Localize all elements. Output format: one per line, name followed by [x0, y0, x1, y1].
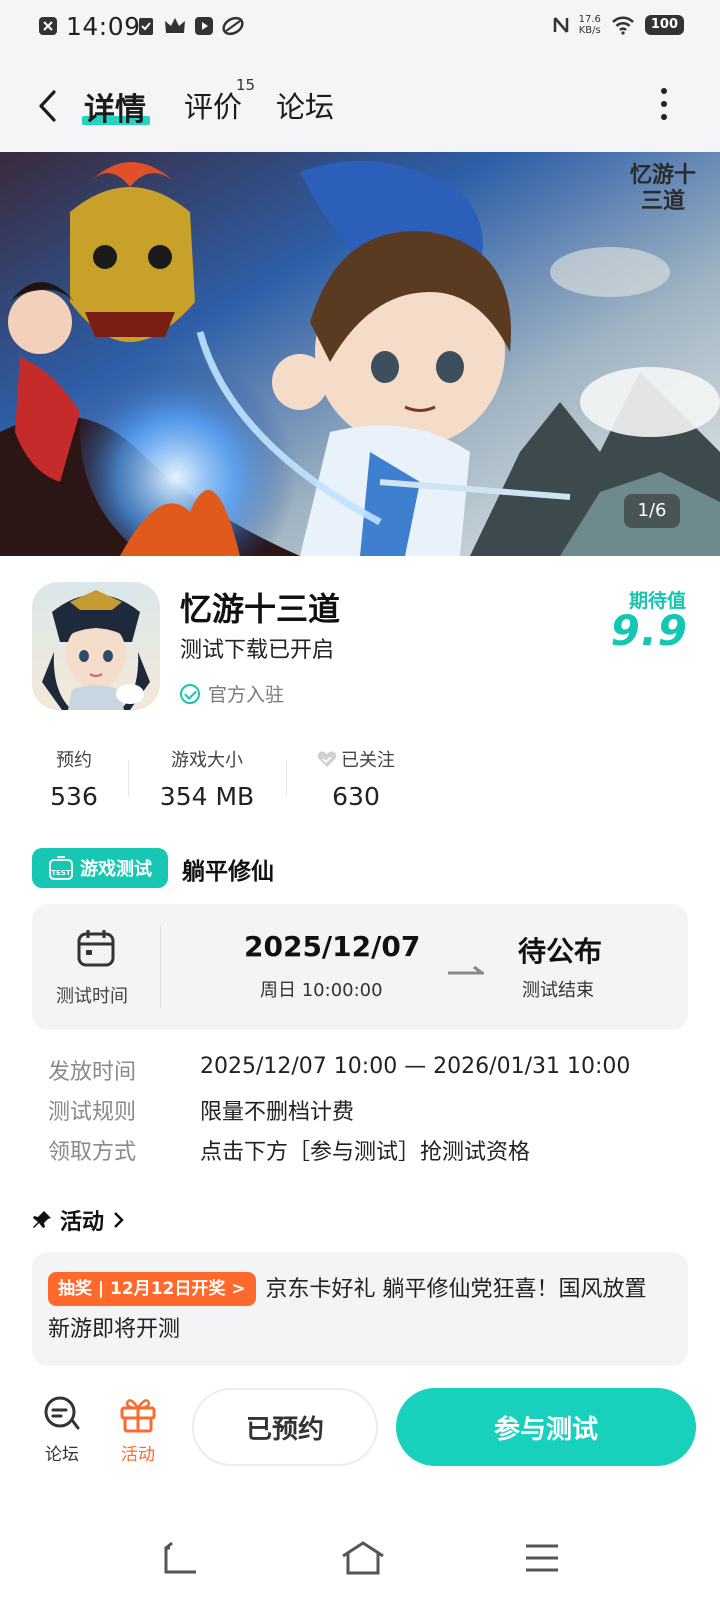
activity-tab-label[interactable]: 活动	[108, 1440, 168, 1465]
detail-key: 领取方式	[48, 1140, 137, 1165]
stat-value: 630	[332, 782, 380, 811]
status-time: 14:09	[66, 12, 141, 41]
calendar-icon	[77, 930, 115, 967]
test-start-time: 周日 10:00:00	[260, 980, 383, 1001]
activity-card[interactable]: 抽奖 | 12月12日开奖 > 京东卡好礼 躺平修仙党狂喜！国风放置新游即将开测	[32, 1252, 688, 1366]
clipboard-icon	[139, 18, 153, 35]
stat-value: 354 MB	[159, 782, 255, 811]
detail-row-test-rule: 测试规则 限量不删档计费	[48, 1094, 354, 1126]
stat-game-size: 游戏大小 354 MB	[152, 746, 262, 811]
app-name: 忆游十三道	[180, 590, 341, 628]
expectation-score: 9.9	[610, 606, 688, 655]
stat-divider	[128, 760, 129, 796]
detail-row-claim-method: 领取方式 点击下方［参与测试］抢测试资格	[48, 1134, 530, 1166]
stat-divider	[286, 760, 287, 796]
activity-header[interactable]: 活动	[32, 1204, 126, 1236]
more-options-icon[interactable]	[660, 88, 668, 120]
test-end-value: 待公布	[518, 935, 603, 968]
official-verified: 官方入驻	[180, 680, 284, 707]
battery-icon: 100	[644, 15, 684, 35]
test-start-date: 2025/12/07	[244, 930, 421, 963]
stat-reservations: 预约 536	[46, 746, 102, 811]
app-subtitle: 测试下载已开启	[180, 638, 335, 663]
detail-row-release-time: 发放时间 2025/12/07 10:00 — 2026/01/31 10:00	[48, 1054, 630, 1086]
stat-label: 预约	[56, 750, 92, 771]
game-test-label: 游戏测试	[80, 859, 152, 880]
stat-value: 536	[50, 782, 98, 811]
system-home-icon[interactable]	[340, 1540, 386, 1576]
card-divider	[160, 926, 161, 1008]
close-notification-icon	[39, 17, 57, 35]
banner-page-counter: 1/6	[624, 494, 680, 528]
system-back-icon[interactable]	[160, 1540, 200, 1576]
net-speed-value: 17.6	[578, 14, 601, 25]
forum-label[interactable]: 论坛	[32, 1440, 92, 1465]
activity-title: 活动	[60, 1210, 105, 1235]
official-label: 官方入驻	[208, 684, 285, 706]
crown-icon	[165, 18, 185, 33]
test-end-label: 测试结束	[522, 980, 594, 1001]
test-clock-icon: TEST	[49, 856, 73, 880]
detail-value: 点击下方［参与测试］抢测试资格	[200, 1140, 531, 1165]
test-time-card: 测试时间 2025/12/07 周日 10:00:00 待公布 测试结束	[32, 904, 688, 1030]
detail-value: 2025/12/07 10:00 — 2026/01/31 10:00	[200, 1054, 631, 1079]
forum-icon[interactable]	[42, 1394, 82, 1434]
status-right: 17.6 KB/s 100	[553, 14, 684, 36]
pin-icon	[33, 1211, 51, 1228]
wifi-icon	[611, 16, 634, 35]
net-speed-unit: KB/s	[578, 25, 601, 36]
app-icon-art	[32, 582, 160, 710]
verified-check-icon	[180, 683, 200, 704]
top-nav: 详情 评价 15 论坛	[0, 58, 720, 152]
stat-followers[interactable]: 已关注 630	[308, 746, 404, 811]
test-time-label: 测试时间	[56, 986, 128, 1007]
network-speed: 17.6 KB/s	[579, 14, 601, 36]
join-test-button[interactable]: 参与测试	[396, 1388, 696, 1466]
system-menu-icon[interactable]	[522, 1540, 562, 1576]
heart-icon	[317, 751, 337, 767]
lottery-badge: 抽奖 | 12月12日开奖 >	[48, 1272, 256, 1306]
banner-logo: 忆游十三道	[629, 162, 696, 214]
tab-forum[interactable]: 论坛	[276, 84, 334, 126]
game-banner[interactable]: 忆游十三道	[0, 152, 720, 556]
reviews-count-badge: 15	[236, 76, 256, 94]
detail-key: 发放时间	[48, 1060, 137, 1085]
back-arrow-icon[interactable]	[36, 88, 62, 124]
nfc-icon	[553, 17, 568, 33]
detail-key: 测试规则	[48, 1100, 137, 1125]
tab-reviews[interactable]: 评价	[184, 84, 242, 126]
video-icon	[195, 17, 213, 35]
test-name: 躺平修仙	[182, 859, 274, 885]
activity-content: 抽奖 | 12月12日开奖 > 京东卡好礼 躺平修仙党狂喜！国风放置新游即将开测	[48, 1270, 668, 1350]
leaf-icon	[222, 16, 244, 36]
banner-artwork	[0, 152, 720, 556]
app-icon	[32, 582, 160, 710]
tab-details[interactable]: 详情	[84, 84, 146, 129]
stat-label: 游戏大小	[171, 750, 243, 771]
game-test-chip: TEST 游戏测试	[32, 848, 168, 888]
test-icon-text: TEST	[51, 869, 71, 877]
reserved-button[interactable]: 已预约	[192, 1388, 378, 1466]
stat-label: 已关注	[308, 746, 404, 772]
chevron-right-icon	[114, 1212, 124, 1228]
arrow-right-icon	[448, 965, 484, 975]
followed-label: 已关注	[341, 750, 395, 771]
status-bar: 14:09 17.6 KB/s 100	[0, 0, 720, 58]
detail-value: 限量不删档计费	[200, 1100, 355, 1125]
gift-icon[interactable]	[118, 1394, 158, 1434]
